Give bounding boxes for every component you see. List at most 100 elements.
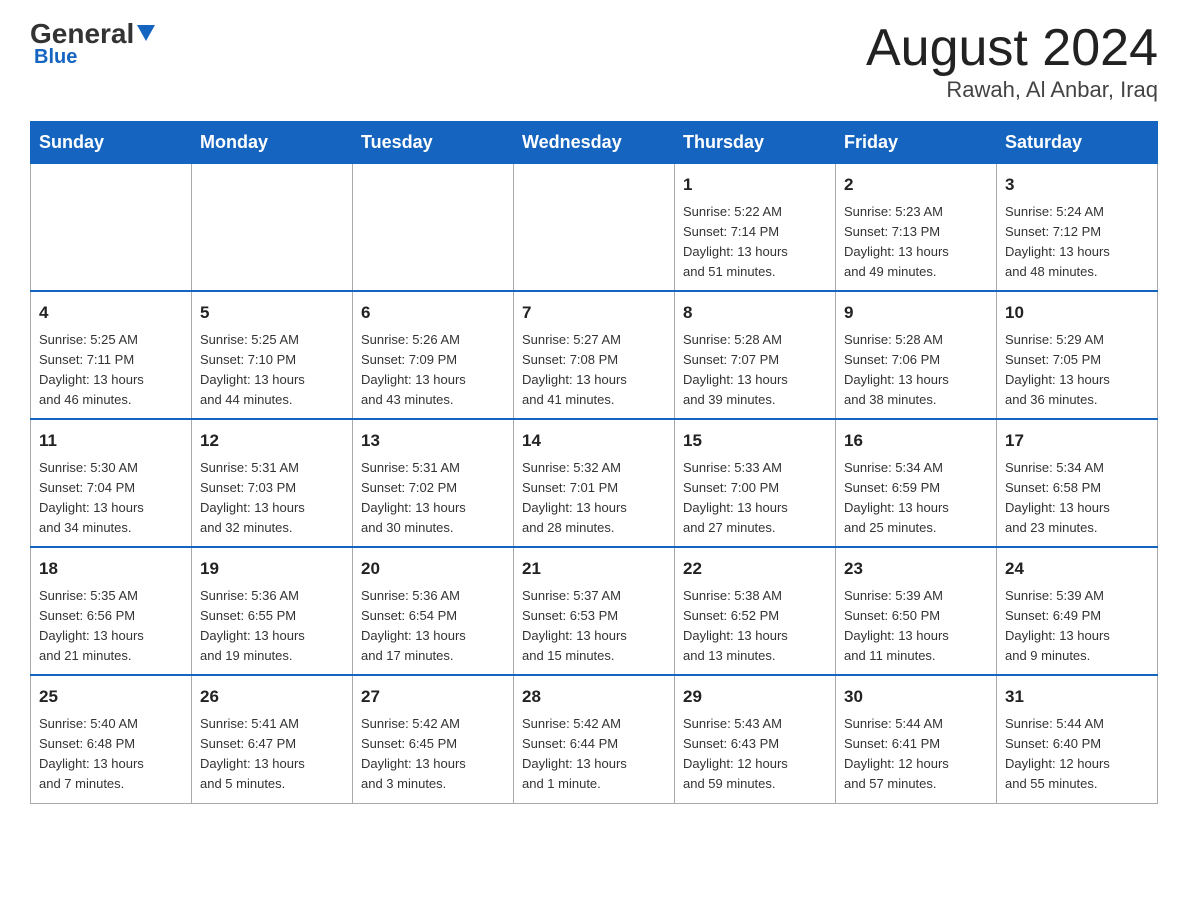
col-thursday: Thursday <box>675 122 836 164</box>
calendar-cell <box>192 164 353 292</box>
calendar-cell: 21 Sunrise: 5:37 AM Sunset: 6:53 PM Dayli… <box>514 547 675 675</box>
calendar-cell: 18 Sunrise: 5:35 AM Sunset: 6:56 PM Dayli… <box>31 547 192 675</box>
day-info: Sunrise: 5:31 AM Sunset: 7:03 PM Dayligh… <box>200 458 344 539</box>
calendar-cell: 8Sunrise: 5:28 AM Sunset: 7:07 PM Daylig… <box>675 291 836 419</box>
calendar-cell: 22Sunrise: 5:38 AM Sunset: 6:52 PM Dayli… <box>675 547 836 675</box>
day-info: Sunrise: 5:35 AM Sunset: 6:56 PM Dayligh… <box>39 586 183 667</box>
calendar-week-row-4: 18 Sunrise: 5:35 AM Sunset: 6:56 PM Dayli… <box>31 547 1158 675</box>
day-info: Sunrise: 5:41 AM Sunset: 6:47 PM Dayligh… <box>200 714 344 795</box>
day-number: 11 <box>39 428 183 454</box>
calendar-cell: 2 Sunrise: 5:23 AM Sunset: 7:13 PM Daylig… <box>836 164 997 292</box>
calendar-cell <box>353 164 514 292</box>
day-info: Sunrise: 5:29 AM Sunset: 7:05 PM Dayligh… <box>1005 330 1149 411</box>
calendar-cell: 29 Sunrise: 5:43 AM Sunset: 6:43 PM Dayli… <box>675 675 836 803</box>
calendar-cell: 31 Sunrise: 5:44 AM Sunset: 6:40 PM Dayli… <box>997 675 1158 803</box>
calendar-cell: 16 Sunrise: 5:34 AM Sunset: 6:59 PM Dayli… <box>836 419 997 547</box>
day-number: 7 <box>522 300 666 326</box>
day-info: Sunrise: 5:25 AM Sunset: 7:10 PM Dayligh… <box>200 330 344 411</box>
day-info: Sunrise: 5:36 AM Sunset: 6:54 PM Dayligh… <box>361 586 505 667</box>
day-number: 24 <box>1005 556 1149 582</box>
day-info: Sunrise: 5:37 AM Sunset: 6:53 PM Dayligh… <box>522 586 666 667</box>
day-info: Sunrise: 5:34 AM Sunset: 6:59 PM Dayligh… <box>844 458 988 539</box>
calendar-cell: 25 Sunrise: 5:40 AM Sunset: 6:48 PM Dayli… <box>31 675 192 803</box>
day-info: Sunrise: 5:28 AM Sunset: 7:06 PM Dayligh… <box>844 330 988 411</box>
col-friday: Friday <box>836 122 997 164</box>
day-info: Sunrise: 5:42 AM Sunset: 6:45 PM Dayligh… <box>361 714 505 795</box>
calendar-cell: 17 Sunrise: 5:34 AM Sunset: 6:58 PM Dayli… <box>997 419 1158 547</box>
title-section: August 2024 Rawah, Al Anbar, Iraq <box>866 20 1158 103</box>
day-info: Sunrise: 5:40 AM Sunset: 6:48 PM Dayligh… <box>39 714 183 795</box>
calendar-week-row-2: 4 Sunrise: 5:25 AM Sunset: 7:11 PM Daylig… <box>31 291 1158 419</box>
col-monday: Monday <box>192 122 353 164</box>
day-number: 9 <box>844 300 988 326</box>
day-info: Sunrise: 5:43 AM Sunset: 6:43 PM Dayligh… <box>683 714 827 795</box>
day-info: Sunrise: 5:24 AM Sunset: 7:12 PM Dayligh… <box>1005 202 1149 283</box>
day-number: 17 <box>1005 428 1149 454</box>
calendar-cell: 19Sunrise: 5:36 AM Sunset: 6:55 PM Dayli… <box>192 547 353 675</box>
day-number: 25 <box>39 684 183 710</box>
day-number: 31 <box>1005 684 1149 710</box>
calendar-cell: 9 Sunrise: 5:28 AM Sunset: 7:06 PM Daylig… <box>836 291 997 419</box>
day-number: 4 <box>39 300 183 326</box>
calendar-cell: 24Sunrise: 5:39 AM Sunset: 6:49 PM Dayli… <box>997 547 1158 675</box>
calendar-cell: 6 Sunrise: 5:26 AM Sunset: 7:09 PM Daylig… <box>353 291 514 419</box>
calendar-cell: 3 Sunrise: 5:24 AM Sunset: 7:12 PM Daylig… <box>997 164 1158 292</box>
calendar-table: Sunday Monday Tuesday Wednesday Thursday… <box>30 121 1158 803</box>
day-number: 20 <box>361 556 505 582</box>
calendar-cell: 1 Sunrise: 5:22 AM Sunset: 7:14 PM Daylig… <box>675 164 836 292</box>
day-number: 21 <box>522 556 666 582</box>
logo-triangle-icon <box>135 21 157 43</box>
day-info: Sunrise: 5:33 AM Sunset: 7:00 PM Dayligh… <box>683 458 827 539</box>
col-sunday: Sunday <box>31 122 192 164</box>
day-number: 6 <box>361 300 505 326</box>
calendar-cell: 10Sunrise: 5:29 AM Sunset: 7:05 PM Dayli… <box>997 291 1158 419</box>
day-info: Sunrise: 5:34 AM Sunset: 6:58 PM Dayligh… <box>1005 458 1149 539</box>
calendar-cell: 4 Sunrise: 5:25 AM Sunset: 7:11 PM Daylig… <box>31 291 192 419</box>
day-info: Sunrise: 5:26 AM Sunset: 7:09 PM Dayligh… <box>361 330 505 411</box>
calendar-week-row-1: 1 Sunrise: 5:22 AM Sunset: 7:14 PM Daylig… <box>31 164 1158 292</box>
day-number: 3 <box>1005 172 1149 198</box>
calendar-cell: 30 Sunrise: 5:44 AM Sunset: 6:41 PM Dayli… <box>836 675 997 803</box>
day-info: Sunrise: 5:23 AM Sunset: 7:13 PM Dayligh… <box>844 202 988 283</box>
col-saturday: Saturday <box>997 122 1158 164</box>
day-info: Sunrise: 5:25 AM Sunset: 7:11 PM Dayligh… <box>39 330 183 411</box>
day-number: 26 <box>200 684 344 710</box>
day-number: 29 <box>683 684 827 710</box>
day-number: 1 <box>683 172 827 198</box>
calendar-cell: 5 Sunrise: 5:25 AM Sunset: 7:10 PM Daylig… <box>192 291 353 419</box>
col-wednesday: Wednesday <box>514 122 675 164</box>
logo: General Blue <box>30 20 157 69</box>
logo-general: General <box>30 20 134 48</box>
day-number: 23 <box>844 556 988 582</box>
day-number: 12 <box>200 428 344 454</box>
day-info: Sunrise: 5:36 AM Sunset: 6:55 PM Dayligh… <box>200 586 344 667</box>
calendar-cell: 12 Sunrise: 5:31 AM Sunset: 7:03 PM Dayli… <box>192 419 353 547</box>
day-number: 18 <box>39 556 183 582</box>
calendar-cell: 11Sunrise: 5:30 AM Sunset: 7:04 PM Dayli… <box>31 419 192 547</box>
day-number: 5 <box>200 300 344 326</box>
day-info: Sunrise: 5:22 AM Sunset: 7:14 PM Dayligh… <box>683 202 827 283</box>
day-number: 15 <box>683 428 827 454</box>
day-number: 27 <box>361 684 505 710</box>
calendar-header-row: Sunday Monday Tuesday Wednesday Thursday… <box>31 122 1158 164</box>
col-tuesday: Tuesday <box>353 122 514 164</box>
day-number: 2 <box>844 172 988 198</box>
day-info: Sunrise: 5:44 AM Sunset: 6:40 PM Dayligh… <box>1005 714 1149 795</box>
day-info: Sunrise: 5:28 AM Sunset: 7:07 PM Dayligh… <box>683 330 827 411</box>
calendar-cell: 14 Sunrise: 5:32 AM Sunset: 7:01 PM Dayli… <box>514 419 675 547</box>
calendar-cell: 15 Sunrise: 5:33 AM Sunset: 7:00 PM Dayli… <box>675 419 836 547</box>
day-number: 16 <box>844 428 988 454</box>
day-number: 14 <box>522 428 666 454</box>
day-number: 30 <box>844 684 988 710</box>
calendar-cell: 7Sunrise: 5:27 AM Sunset: 7:08 PM Daylig… <box>514 291 675 419</box>
calendar-cell: 23 Sunrise: 5:39 AM Sunset: 6:50 PM Dayli… <box>836 547 997 675</box>
day-info: Sunrise: 5:44 AM Sunset: 6:41 PM Dayligh… <box>844 714 988 795</box>
calendar-cell: 28Sunrise: 5:42 AM Sunset: 6:44 PM Dayli… <box>514 675 675 803</box>
day-info: Sunrise: 5:32 AM Sunset: 7:01 PM Dayligh… <box>522 458 666 539</box>
month-title: August 2024 <box>866 20 1158 77</box>
header: General Blue August 2024 Rawah, Al Anbar… <box>30 20 1158 103</box>
calendar-cell: 27 Sunrise: 5:42 AM Sunset: 6:45 PM Dayli… <box>353 675 514 803</box>
day-info: Sunrise: 5:39 AM Sunset: 6:50 PM Dayligh… <box>844 586 988 667</box>
day-number: 22 <box>683 556 827 582</box>
day-number: 13 <box>361 428 505 454</box>
